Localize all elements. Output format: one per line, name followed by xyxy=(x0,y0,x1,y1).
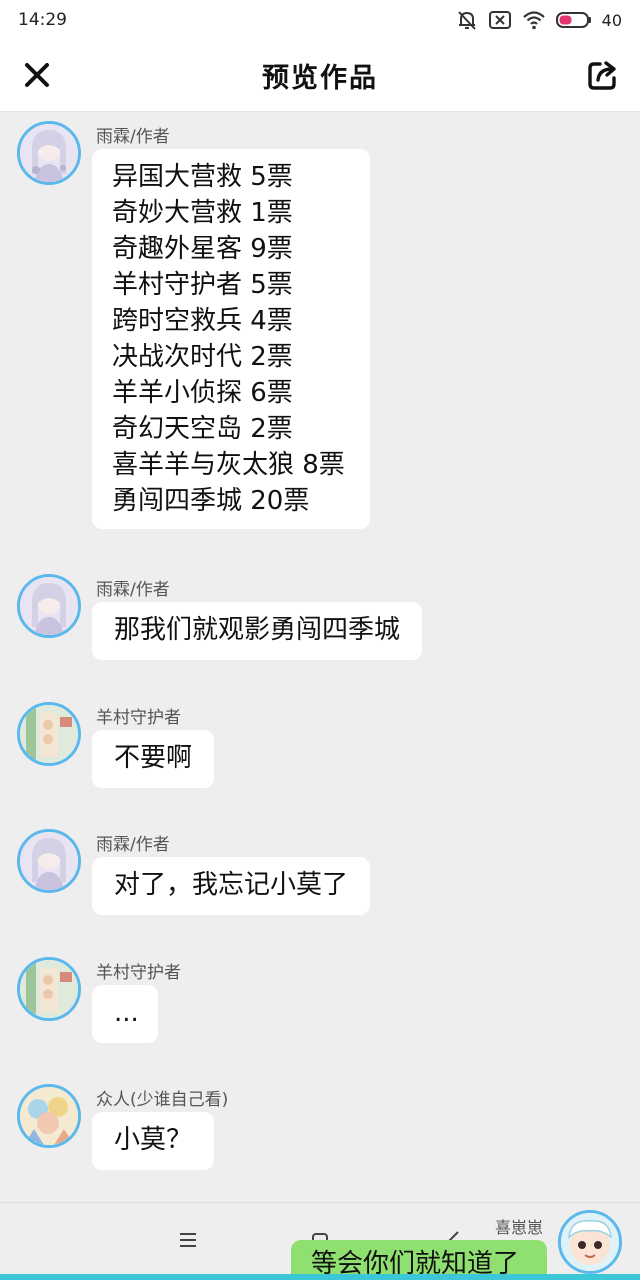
vote-line: 喜羊羊与灰太狼 8票 xyxy=(112,450,345,480)
author-avatar[interactable] xyxy=(17,121,81,185)
mute-bell-icon xyxy=(457,11,476,30)
chat-feed[interactable]: 雨霖/作者 异国大营救 5票 奇妙大营救 1票 奇趣外星客 9票 羊村守护者 5… xyxy=(0,112,640,1200)
menu-icon[interactable] xyxy=(178,1231,198,1249)
author-avatar[interactable] xyxy=(17,829,81,893)
bottom-accent-line xyxy=(0,1274,640,1280)
page-title: 预览作品 xyxy=(262,63,378,94)
vote-line: 奇妙大营救 1票 xyxy=(112,198,293,228)
author-avatar[interactable] xyxy=(17,574,81,638)
vote-line: 跨时空救兵 4票 xyxy=(112,306,293,336)
status-time: 14:29 xyxy=(18,10,67,30)
status-bar: 14:29 40 xyxy=(0,0,640,40)
guardian-avatar[interactable] xyxy=(17,702,81,766)
vote-line: 奇幻天空岛 2票 xyxy=(112,414,293,444)
vote-line: 羊羊小侦探 6票 xyxy=(112,378,293,408)
message-bubble[interactable]: 那我们就观影勇闯四季城 xyxy=(92,602,423,660)
vote-line: 奇趣外星客 9票 xyxy=(112,234,293,264)
sender-name: 众人(少谁自己看) xyxy=(96,1090,229,1110)
sender-name: 羊村守护者 xyxy=(96,963,181,983)
group-avatar[interactable] xyxy=(17,1084,81,1148)
wifi-icon xyxy=(522,11,545,30)
guardian-avatar[interactable] xyxy=(17,957,81,1021)
message-text: 那我们就观影勇闯四季城 xyxy=(114,615,401,645)
battery-percent: 40 xyxy=(601,10,622,30)
vote-line: 异国大营救 5票 xyxy=(112,162,293,192)
vote-line: 羊村守护者 5票 xyxy=(112,270,293,300)
close-icon[interactable] xyxy=(22,60,52,90)
message-text: ... xyxy=(114,998,139,1028)
self-avatar[interactable] xyxy=(558,1210,622,1274)
sender-name: 雨霖/作者 xyxy=(96,580,170,600)
message-bubble[interactable]: ... xyxy=(92,985,158,1043)
message-bubble[interactable]: 不要啊 xyxy=(92,730,215,788)
self-sender-name: 喜崽崽 xyxy=(495,1218,544,1237)
message-text: 不要啊 xyxy=(114,743,193,773)
sender-name: 雨霖/作者 xyxy=(96,835,170,855)
vote-line: 勇闯四季城 20票 xyxy=(112,486,310,516)
message-bubble[interactable]: 对了，我忘记小莫了 xyxy=(92,857,371,915)
sender-name: 羊村守护者 xyxy=(96,708,181,728)
message-bubble[interactable]: 小莫？ xyxy=(92,1112,215,1170)
sim-off-icon xyxy=(488,11,511,29)
app-header: 预览作品 xyxy=(0,40,640,112)
vote-line: 决战次时代 2票 xyxy=(112,342,293,372)
message-text: 对了，我忘记小莫了 xyxy=(114,870,349,900)
message-bubble[interactable]: 异国大营救 5票 奇妙大营救 1票 奇趣外星客 9票 羊村守护者 5票 跨时空救… xyxy=(92,149,370,529)
share-icon[interactable] xyxy=(586,58,620,92)
battery-icon xyxy=(555,12,591,28)
status-icons: 40 xyxy=(456,9,622,31)
message-text: 小莫？ xyxy=(114,1125,193,1155)
sender-name: 雨霖/作者 xyxy=(96,127,170,147)
